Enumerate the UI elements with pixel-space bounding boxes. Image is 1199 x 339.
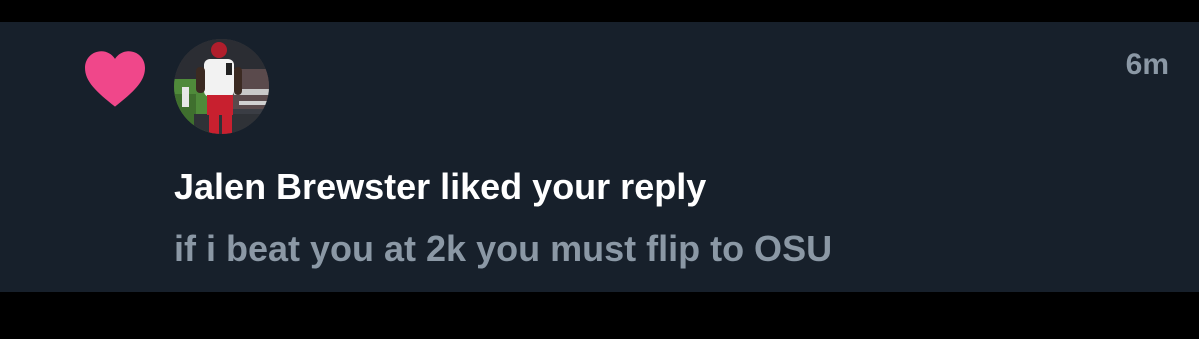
like-notification[interactable]: 6m Jalen Brewster liked your reply if i … bbox=[0, 22, 1199, 292]
football-player-avatar bbox=[174, 39, 269, 134]
heart-icon bbox=[85, 51, 145, 107]
timestamp: 6m bbox=[1125, 48, 1169, 81]
reply-excerpt[interactable]: if i beat you at 2k you must flip to OSU bbox=[174, 228, 832, 270]
notification-title: Jalen Brewster liked your reply bbox=[174, 166, 707, 207]
avatar[interactable] bbox=[174, 39, 269, 134]
